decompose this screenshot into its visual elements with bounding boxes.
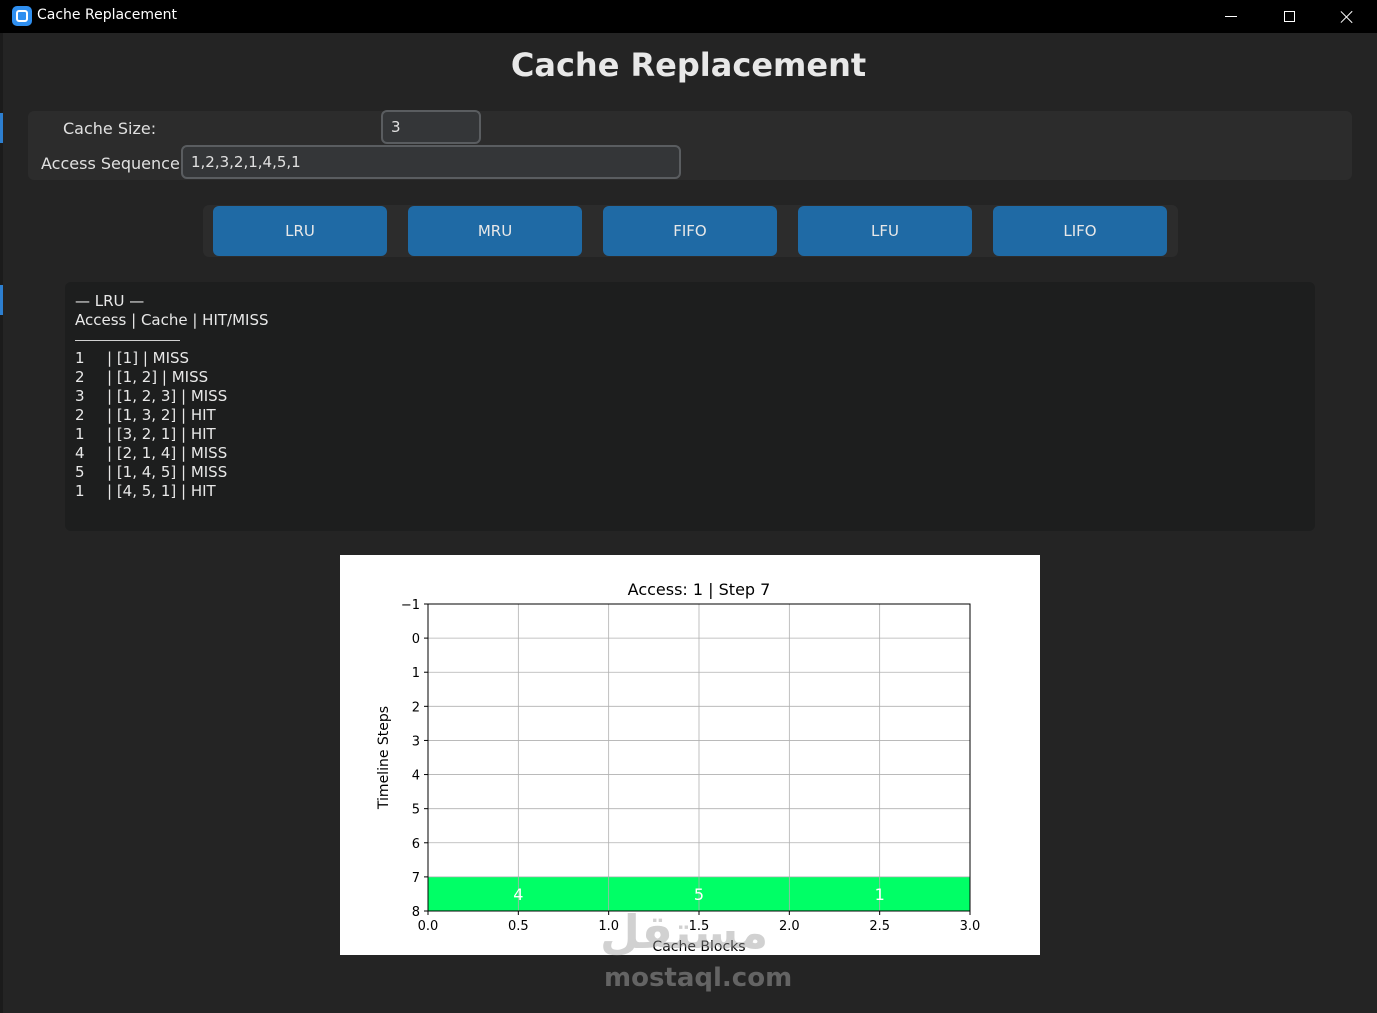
lifo-button[interactable]: LIFO	[993, 206, 1167, 256]
output-row-result: | [1, 3, 2] | HIT	[107, 406, 216, 424]
cell-value-label: 1	[875, 885, 885, 904]
y-tick-label: 5	[412, 803, 420, 818]
y-tick-label: 3	[412, 734, 420, 749]
y-tick-label: 2	[412, 700, 420, 715]
y-tick-label: 1	[412, 666, 420, 681]
output-columns: Access | Cache | HIT/MISS	[75, 311, 269, 329]
x-tick-label: 2.0	[779, 919, 800, 934]
y-tick-label: 4	[412, 769, 420, 784]
window-titlebar[interactable]: Cache Replacement	[0, 0, 1377, 33]
access-sequence-label: Access Sequence:	[41, 154, 186, 173]
x-tick-label: 2.5	[869, 919, 890, 934]
output-row-result: | [1, 4, 5] | MISS	[107, 463, 228, 481]
y-tick-label: 6	[412, 837, 420, 852]
chart-svg: 0.0 0.5 1.0 1.5 2.0 2.5 3.0−10123456784 5 1Acces…	[376, 580, 981, 955]
output-row-result: | [1, 2] | MISS	[107, 368, 209, 386]
chart-title: Access: 1 | Step 7	[628, 580, 771, 599]
y-tick-label: 8	[412, 905, 420, 920]
output-row-result: | [1, 2, 3] | MISS	[107, 387, 228, 405]
cell-value-label: 4	[513, 885, 523, 904]
page-title: Cache Replacement	[510, 46, 867, 84]
x-tick-label: 3.0	[960, 919, 981, 934]
output-row-result: | [3, 2, 1] | HIT	[107, 425, 216, 443]
lfu-button[interactable]: LFU	[798, 206, 972, 256]
output-row-access: 2	[75, 368, 85, 386]
x-tick-label: 0.0	[418, 919, 439, 934]
cell-value-label: 5	[694, 885, 704, 904]
window-title: Cache Replacement	[37, 7, 177, 23]
mru-button[interactable]: MRU	[408, 206, 582, 256]
output-row-result: | [1] | MISS	[107, 349, 190, 367]
close-button[interactable]	[1318, 0, 1376, 33]
x-tick-label: 0.5	[508, 919, 529, 934]
output-row-access: 2	[75, 406, 85, 424]
access-sequence-input[interactable]: 1,2,3,2,1,4,5,1	[181, 145, 681, 179]
output-row-access: 1	[75, 482, 85, 500]
cache-size-label: Cache Size:	[63, 119, 157, 138]
output-row-access: 5	[75, 463, 85, 481]
watermark-logo: مستقل	[600, 905, 769, 959]
cache-size-input[interactable]: 3	[381, 110, 481, 144]
output-row-access: 4	[75, 444, 85, 462]
y-tick-label: −1	[401, 598, 420, 613]
cache-timeline-chart: 0.0 0.5 1.0 1.5 2.0 2.5 3.0 −1 0 1 2 3 4 5 6 7 8 4 5 1 Acces…	[340, 555, 1040, 955]
fifo-button[interactable]: FIFO	[603, 206, 777, 256]
minimize-icon	[1225, 16, 1237, 17]
maximize-icon	[1283, 11, 1295, 22]
edge-accent	[0, 113, 3, 143]
lru-button[interactable]: LRU	[213, 206, 387, 256]
output-row-result: | [2, 1, 4] | MISS	[107, 444, 228, 462]
edge-accent	[0, 285, 3, 315]
watermark-text: mostaql.com	[604, 963, 793, 993]
y-axis-label: Timeline Steps	[376, 706, 392, 810]
app-icon	[12, 6, 32, 26]
output-row-access: 1	[75, 349, 85, 367]
window-left-edge	[0, 33, 3, 1013]
output-row-access: 3	[75, 387, 85, 405]
maximize-button[interactable]	[1260, 0, 1318, 33]
y-tick-label: 7	[412, 871, 420, 886]
output-separator	[75, 340, 180, 341]
y-tick-label: 0	[412, 632, 420, 647]
output-row-access: 1	[75, 425, 85, 443]
close-icon	[1340, 10, 1354, 24]
output-heading: — LRU —	[75, 292, 145, 310]
minimize-button[interactable]	[1202, 0, 1260, 33]
output-row-result: | [4, 5, 1] | HIT	[107, 482, 216, 500]
